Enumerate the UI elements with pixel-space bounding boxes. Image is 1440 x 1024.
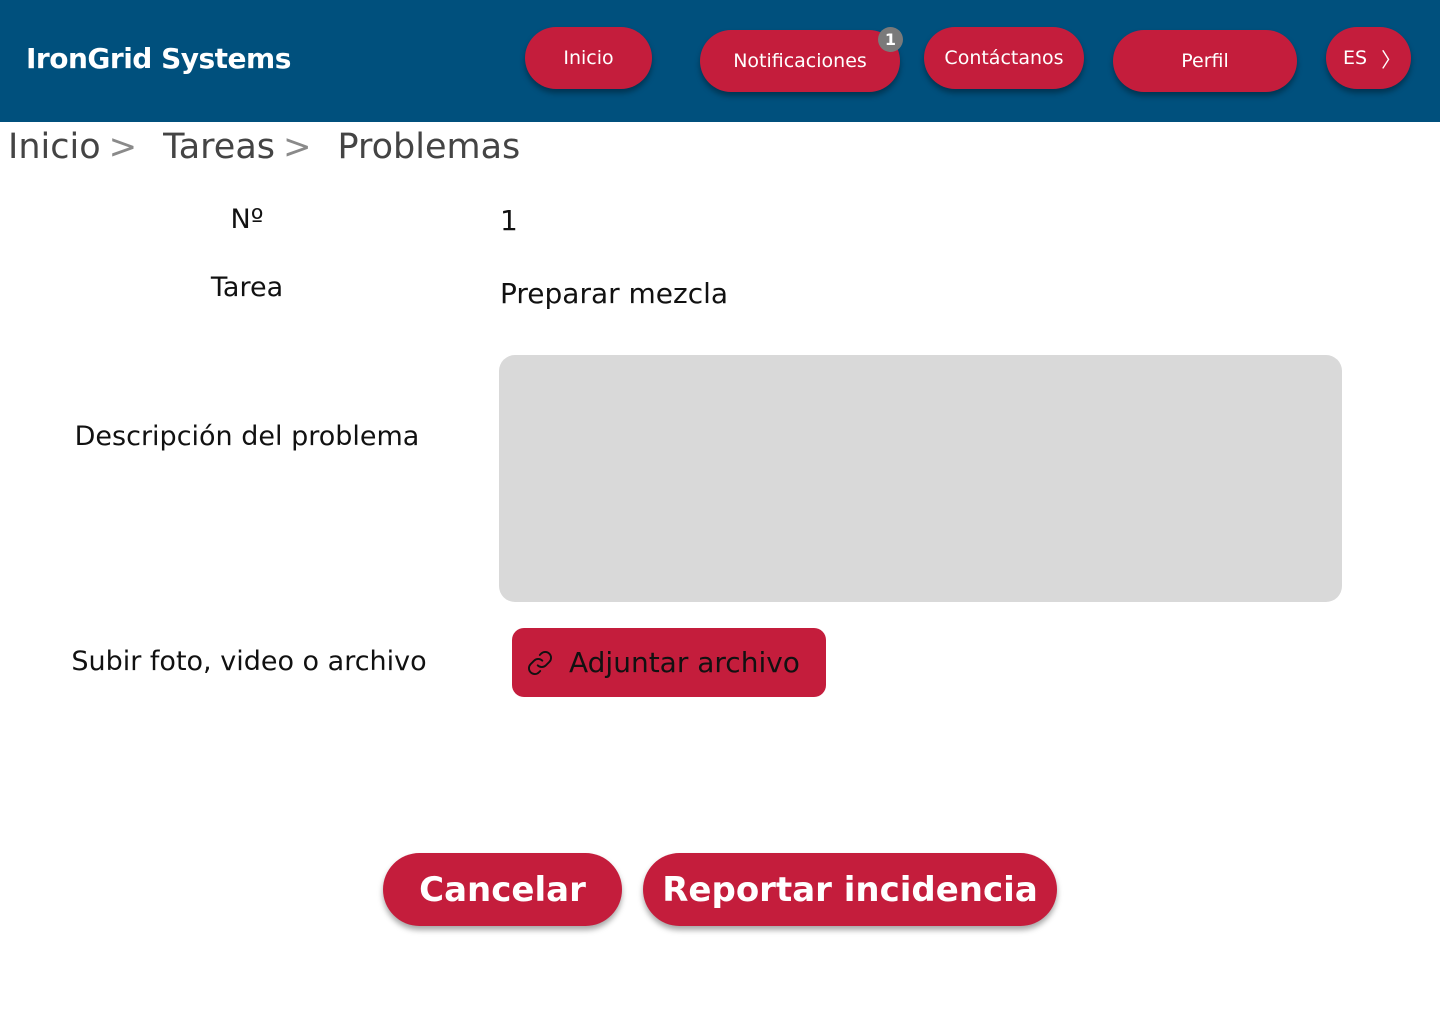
report-incident-button-label: Reportar incidencia — [662, 869, 1038, 910]
nav-notificaciones-button[interactable]: Notificaciones — [700, 30, 900, 92]
notification-count-badge: 1 — [878, 27, 903, 52]
upload-label: Subir foto, video o archivo — [71, 646, 427, 677]
nav-perfil-button[interactable]: Perfil — [1113, 30, 1297, 92]
nav-inicio-button[interactable]: Inicio — [525, 27, 652, 89]
report-incident-button[interactable]: Reportar incidencia — [643, 853, 1057, 926]
nav-inicio-label: Inicio — [563, 47, 614, 69]
breadcrumb: Inicio > Tareas > Problemas — [8, 124, 520, 170]
task-label: Tarea — [210, 272, 284, 303]
cancel-button-label: Cancelar — [419, 869, 586, 910]
description-label: Descripción del problema — [74, 421, 420, 452]
problem-description-textarea[interactable] — [499, 355, 1342, 602]
task-value: Preparar mezcla — [500, 277, 729, 310]
language-selector-button[interactable]: ES 〉 — [1326, 27, 1411, 89]
attach-file-button[interactable]: Adjuntar archivo — [512, 628, 826, 697]
nav-notificaciones-label: Notificaciones — [733, 50, 867, 72]
breadcrumb-item-problemas: Problemas — [337, 127, 521, 167]
nav-contactanos-button[interactable]: Contáctanos — [924, 27, 1084, 89]
app-root: IronGrid Systems Inicio Notificaciones 1… — [0, 0, 1440, 1024]
chevron-right-icon: 〉 — [1381, 47, 1402, 72]
breadcrumb-separator-icon: > — [283, 127, 312, 167]
nav-perfil-label: Perfil — [1181, 50, 1229, 72]
breadcrumb-item-tareas[interactable]: Tareas — [163, 127, 275, 167]
breadcrumb-item-inicio[interactable]: Inicio — [8, 127, 101, 167]
number-value: 1 — [500, 204, 518, 237]
brand-logo[interactable]: IronGrid Systems — [26, 42, 291, 75]
cancel-button[interactable]: Cancelar — [383, 853, 622, 926]
breadcrumb-separator-icon: > — [108, 127, 138, 167]
top-navigation-bar: IronGrid Systems Inicio Notificaciones 1… — [0, 0, 1440, 122]
number-label: Nº — [230, 204, 264, 235]
nav-contactanos-label: Contáctanos — [944, 47, 1064, 69]
link-icon — [526, 649, 554, 677]
language-label: ES — [1343, 47, 1368, 69]
attach-file-label: Adjuntar archivo — [569, 646, 800, 679]
